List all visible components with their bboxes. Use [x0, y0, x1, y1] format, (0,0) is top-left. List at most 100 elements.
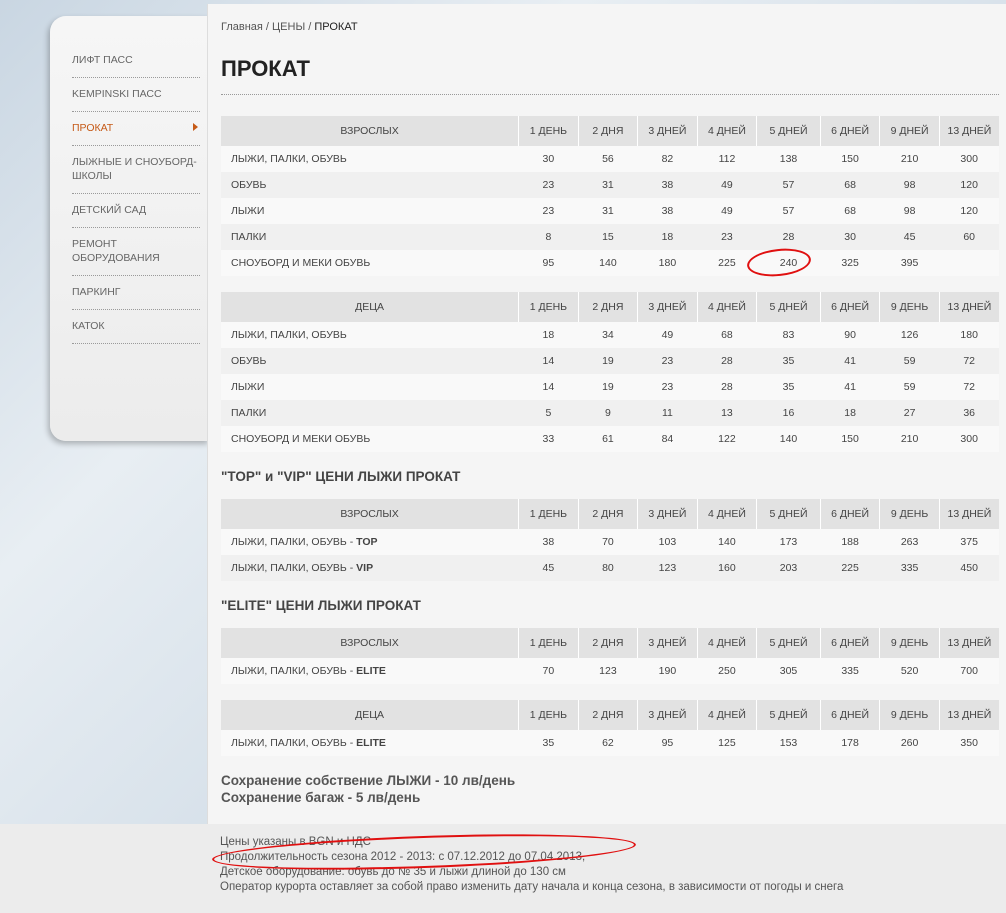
price-cell: 36	[939, 400, 999, 426]
table-duration-header: 3 ДНЕЙ	[637, 116, 698, 146]
price-cell: 95	[637, 730, 698, 756]
price-cell: 49	[697, 172, 757, 198]
price-cell: 140	[697, 529, 757, 555]
note-season: Продолжительность сезона 2012 - 2013: с …	[220, 851, 586, 863]
price-cell: 225	[820, 555, 880, 581]
table-category-header: ДЕЦА	[221, 292, 520, 322]
price-cell: 57	[756, 172, 821, 198]
breadcrumb-home-link[interactable]: Главная	[221, 21, 263, 33]
price-cell: 14	[518, 348, 579, 374]
sidebar-item-lift-pass[interactable]: ЛИФТ ПАСС	[72, 44, 200, 78]
price-cell: 190	[637, 658, 698, 684]
price-cell: 84	[637, 426, 698, 452]
chevron-right-icon	[193, 123, 198, 131]
sidebar-item-equipment-repair[interactable]: РЕМОНТ ОБОРУДОВАНИЯ	[72, 228, 200, 276]
price-cell: 45	[518, 555, 579, 581]
table-duration-header: 1 ДЕНЬ	[518, 700, 579, 730]
price-cell: 61	[578, 426, 638, 452]
price-cell: 28	[697, 374, 757, 400]
price-cell: 30	[820, 224, 880, 250]
table-duration-header: 4 ДНЕЙ	[697, 628, 758, 658]
table-row: СНОУБОРД И МЕКИ ОБУВЬ 33 61 84 122 140 150 210 3…	[221, 426, 999, 452]
price-cell: 19	[578, 348, 638, 374]
price-cell: 138	[756, 146, 821, 172]
row-label-text: ЛЫЖИ, ПАЛКИ, ОБУВЬ -	[231, 562, 357, 574]
price-cell: 19	[578, 374, 638, 400]
table-category-header: ДЕЦА	[221, 700, 520, 730]
table-duration-header: 2 ДНЯ	[578, 499, 639, 529]
notes: Цены указаны в BGN и НДС Продолжительнос…	[220, 835, 843, 895]
table-duration-header: 13 ДНЕЙ	[939, 499, 999, 529]
price-cell: 14	[518, 374, 579, 400]
price-cell: 41	[820, 348, 880, 374]
table-row: ЛЫЖИ, ПАЛКИ, ОБУВЬ - ELITE 70 123 190 250 305…	[221, 658, 999, 684]
row-label: ПАЛКИ	[221, 400, 519, 426]
price-cell: 125	[697, 730, 757, 756]
price-cell: 68	[820, 198, 880, 224]
price-cell: 250	[697, 658, 757, 684]
table-duration-header: 5 ДНЕЙ	[756, 628, 821, 658]
price-cell: 35	[756, 374, 821, 400]
sidebar-item-kindergarten[interactable]: ДЕТСКИЙ САД	[72, 194, 200, 228]
price-table-top-vip: ВЗРОСЛЫХ 1 ДЕНЬ 2 ДНЯ 3 ДНЕЙ 4 ДНЕЙ 5 ДНЕЙ 6 Д…	[221, 499, 999, 581]
price-cell: 300	[939, 146, 999, 172]
table-header-row: ДЕЦА 1 ДЕНЬ 2 ДНЯ 3 ДНЕЙ 4 ДНЕЙ 5 ДНЕЙ 6 ДНЕЙ 9…	[221, 292, 999, 322]
price-cell: 178	[820, 730, 880, 756]
price-cell: 34	[578, 322, 638, 348]
table-duration-header: 3 ДНЕЙ	[637, 628, 698, 658]
table-row: ЛЫЖИ, ПАЛКИ, ОБУВЬ - VIP 45 80 123 160 203 225…	[221, 555, 999, 581]
price-cell: 23	[637, 348, 698, 374]
sidebar-item-skating-rink[interactable]: КАТОК	[72, 310, 200, 344]
price-cell: 45	[879, 224, 940, 250]
main-content: Главная / ЦЕНЫ / ПРОКАТ ПРОКАТ ВЗРОСЛЫХ 1…	[207, 4, 1006, 824]
price-cell: 28	[697, 348, 757, 374]
price-cell: 49	[697, 198, 757, 224]
sidebar-item-rental[interactable]: ПРОКАТ	[72, 112, 200, 146]
table-duration-header: 4 ДНЕЙ	[697, 700, 758, 730]
price-cell: 18	[637, 224, 698, 250]
breadcrumb-prices-link[interactable]: ЦЕНЫ	[272, 21, 305, 33]
price-cell: 70	[578, 529, 638, 555]
table-duration-header: 3 ДНЕЙ	[637, 700, 698, 730]
note-currency: Цены указаны в BGN и НДС	[220, 836, 371, 848]
table-row: ЛЫЖИ 23 31 38 49 57 68 98 120	[221, 198, 999, 224]
price-cell: 38	[637, 198, 698, 224]
price-cell: 300	[939, 426, 999, 452]
price-cell: 28	[756, 224, 821, 250]
price-cell: 35	[518, 730, 579, 756]
price-cell: 325	[820, 250, 880, 276]
row-label-text: СНОУБОРД И МЕКИ ОБУВЬ	[231, 433, 371, 445]
row-label: ОБУВЬ	[221, 172, 519, 198]
price-cell: 203	[756, 555, 821, 581]
price-cell: 120	[939, 198, 999, 224]
sidebar-item-parking[interactable]: ПАРКИНГ	[72, 276, 200, 310]
price-cell: 98	[879, 198, 940, 224]
price-cell: 9	[578, 400, 638, 426]
price-cell: 62	[578, 730, 638, 756]
note-kids-equipment: Детское оборудование: обувь до № 35 и лы…	[220, 866, 566, 878]
sidebar-item-kempinski-pass[interactable]: KEMPINSKI ПАСС	[72, 78, 200, 112]
table-duration-header: 13 ДНЕЙ	[939, 116, 999, 146]
table-row: СНОУБОРД И МЕКИ ОБУВЬ 95 140 180 225 240 325 39…	[221, 250, 999, 276]
row-label-text: ЛЫЖИ, ПАЛКИ, ОБУВЬ	[231, 329, 347, 341]
price-cell: 375	[939, 529, 999, 555]
price-cell: 23	[518, 172, 579, 198]
price-cell: 305	[756, 658, 821, 684]
row-label: ЛЫЖИ, ПАЛКИ, ОБУВЬ - ELITE	[221, 658, 519, 684]
row-label-tier: TOP	[356, 536, 378, 548]
table-duration-header: 13 ДНЕЙ	[939, 292, 999, 322]
row-label: ЛЫЖИ, ПАЛКИ, ОБУВЬ	[221, 146, 519, 172]
price-cell: 56	[578, 146, 638, 172]
price-cell: 60	[939, 224, 999, 250]
table-category-header: ВЗРОСЛЫХ	[221, 499, 520, 529]
price-table-elite-kids: ДЕЦА 1 ДЕНЬ 2 ДНЯ 3 ДНЕЙ 4 ДНЕЙ 5 ДНЕЙ 6 ДНЕЙ 9…	[221, 700, 999, 756]
row-label-text: ЛЫЖИ, ПАЛКИ, ОБУВЬ -	[231, 536, 357, 548]
sidebar-item-ski-schools[interactable]: ЛЫЖНЫЕ И СНОУБОРД-ШКОЛЫ	[72, 146, 200, 194]
breadcrumb-separator: /	[262, 21, 273, 33]
price-cell: 41	[820, 374, 880, 400]
table-duration-header: 2 ДНЯ	[578, 700, 639, 730]
price-cell: 140	[756, 426, 821, 452]
row-label-tier: VIP	[356, 562, 374, 574]
row-label: ОБУВЬ	[221, 348, 519, 374]
table-duration-header: 3 ДНЕЙ	[637, 292, 698, 322]
